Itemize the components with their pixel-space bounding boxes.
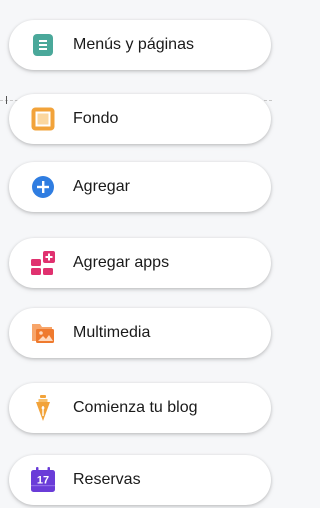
menu-item-label: Multimedia — [73, 324, 151, 341]
menu-item-pages[interactable]: Menús y páginas — [9, 20, 271, 70]
menu-item-add[interactable]: Agregar — [9, 162, 271, 212]
menu-item-label: Menús y páginas — [73, 36, 194, 53]
menu-item-media[interactable]: Multimedia — [9, 308, 271, 358]
guide-tick — [6, 96, 7, 104]
bookings-calendar-icon: 17 — [30, 467, 56, 493]
menu-item-label: Fondo — [73, 110, 119, 127]
media-icon — [30, 320, 56, 346]
menu-item-add-apps[interactable]: Agregar apps — [9, 238, 271, 288]
blog-pen-icon — [30, 395, 56, 421]
menu-item-bookings[interactable]: 17 Reservas — [9, 455, 271, 505]
apps-icon — [30, 250, 56, 276]
add-icon — [30, 174, 56, 200]
menu-item-label: Reservas — [73, 471, 141, 488]
menu-item-start-blog[interactable]: Comienza tu blog — [9, 383, 271, 433]
add-panel: Menús y páginas Fondo Agregar Agregar ap… — [0, 0, 272, 508]
background-icon — [30, 106, 56, 132]
pages-icon — [30, 32, 56, 58]
menu-item-label: Agregar — [73, 178, 130, 195]
menu-item-background[interactable]: Fondo — [9, 94, 271, 144]
calendar-day-number: 17 — [37, 475, 49, 487]
menu-item-label: Comienza tu blog — [73, 399, 198, 416]
menu-item-label: Agregar apps — [73, 254, 170, 271]
